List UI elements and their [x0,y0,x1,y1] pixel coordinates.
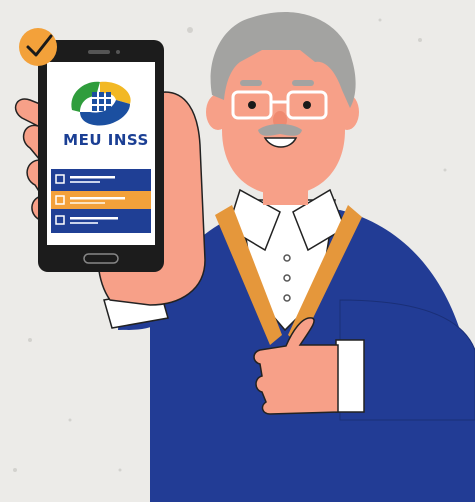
checklist-item-highlight [51,191,151,209]
eyebrow-left [240,80,262,86]
eye-right [303,101,311,109]
app-name: MEU INSS [63,131,149,149]
right-cuff [335,339,365,413]
check-badge [19,28,57,66]
eye-left [248,101,256,109]
eyebrow-right [292,80,314,86]
checklist [51,169,151,233]
phone-speaker [88,50,110,54]
illustration-scene: MEU INSS [0,0,475,502]
illustration-art [13,12,475,502]
phone-camera [116,50,120,54]
